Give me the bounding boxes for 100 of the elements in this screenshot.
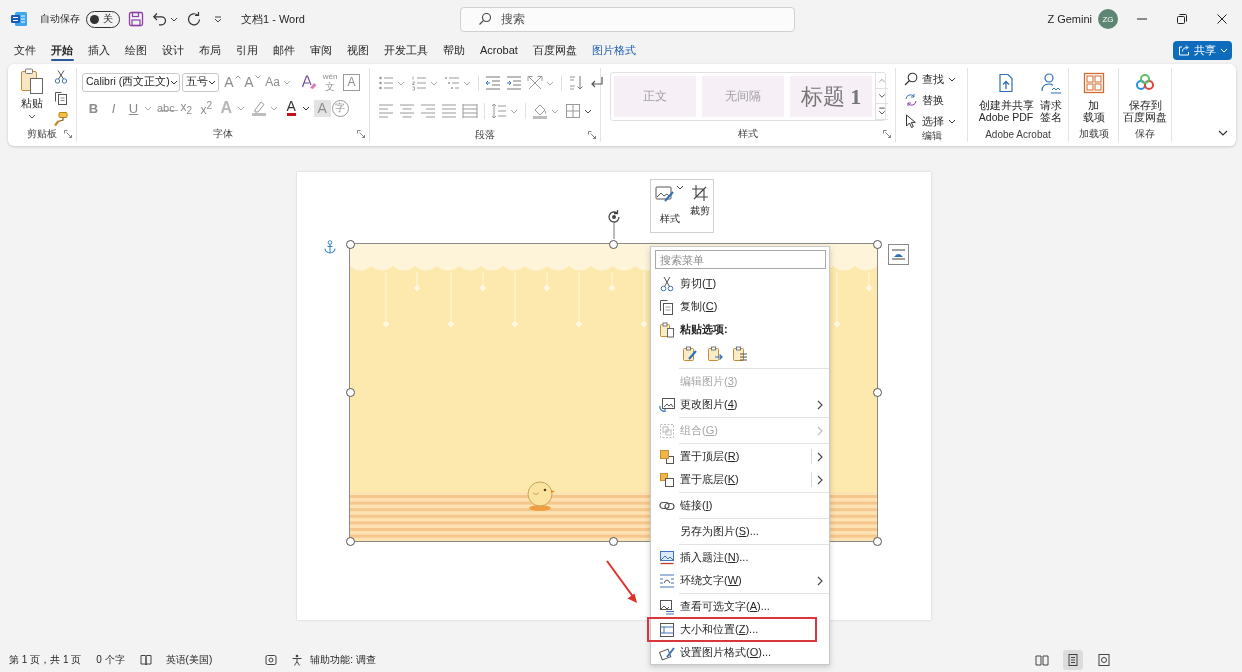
menu-item[interactable]: 查看可选文字(A)... bbox=[651, 595, 829, 618]
resize-handle[interactable] bbox=[609, 239, 618, 249]
menu-search-field[interactable]: 搜索菜单 bbox=[655, 250, 826, 269]
word-count[interactable]: 0 个字 bbox=[96, 652, 125, 667]
ribbon-tab[interactable]: 视图 bbox=[339, 38, 377, 62]
chevron-right-icon[interactable] bbox=[817, 474, 823, 485]
menu-item[interactable]: 复制(C) bbox=[651, 295, 829, 318]
redo-icon[interactable] bbox=[186, 11, 202, 27]
distributed-icon[interactable] bbox=[462, 103, 478, 119]
multilevel-list-icon[interactable] bbox=[444, 75, 460, 91]
resize-handle[interactable] bbox=[872, 388, 882, 397]
accessibility-status[interactable]: 辅助功能: 调查 bbox=[310, 652, 376, 667]
ribbon-tab[interactable]: 文件 bbox=[6, 38, 44, 62]
font-name-dropdown[interactable]: Calibri (西文正文) bbox=[82, 72, 180, 92]
ribbon-tab[interactable]: 布局 bbox=[191, 38, 229, 62]
book-icon[interactable] bbox=[139, 653, 152, 666]
dialog-launcher-icon[interactable] bbox=[883, 130, 891, 139]
ribbon-tab[interactable]: 插入 bbox=[80, 38, 118, 62]
ribbon-tab[interactable]: 审阅 bbox=[302, 38, 340, 62]
font-size-dropdown[interactable]: 五号 bbox=[182, 72, 219, 92]
share-button[interactable]: 共享 bbox=[1173, 40, 1232, 60]
resize-handle[interactable] bbox=[345, 388, 355, 397]
page-count[interactable]: 第 1 页，共 1 页 bbox=[9, 652, 82, 667]
ribbon-tab[interactable]: 绘图 bbox=[117, 38, 155, 62]
dropdown-caret-icon[interactable] bbox=[169, 79, 178, 85]
ribbon-tab[interactable]: 开始 bbox=[43, 38, 81, 62]
chevron-right-icon[interactable] bbox=[817, 575, 823, 586]
dropdown-caret-icon[interactable] bbox=[948, 118, 956, 124]
dropdown-caret-icon[interactable] bbox=[948, 76, 956, 82]
search-field[interactable]: 搜索 bbox=[460, 6, 795, 32]
picture-style-button[interactable]: 样式 bbox=[652, 185, 688, 232]
collapse-ribbon-icon[interactable] bbox=[1218, 130, 1228, 136]
clear-formatting-icon[interactable] bbox=[301, 74, 317, 90]
layout-options-icon[interactable] bbox=[888, 244, 909, 265]
dialog-launcher-icon[interactable] bbox=[64, 130, 72, 138]
ribbon-tab[interactable]: 开发工具 bbox=[376, 38, 436, 62]
chevron-right-icon[interactable] bbox=[817, 451, 823, 462]
dialog-launcher-icon[interactable] bbox=[588, 130, 596, 139]
menu-item[interactable]: 置于底层(K) bbox=[651, 468, 829, 491]
dialog-launcher-icon[interactable] bbox=[357, 130, 365, 139]
language-label[interactable]: 英语(美国) bbox=[165, 652, 213, 667]
user-avatar[interactable]: ZG bbox=[1098, 9, 1118, 29]
strikethrough-button[interactable]: a̶b̶c̶ bbox=[156, 98, 176, 118]
accessibility-icon[interactable] bbox=[291, 653, 304, 666]
dropdown-caret-icon[interactable] bbox=[301, 105, 310, 111]
paint-bucket-icon[interactable] bbox=[532, 103, 548, 119]
dropdown-caret-icon[interactable] bbox=[208, 79, 216, 85]
font-color-button[interactable]: A bbox=[281, 98, 301, 118]
superscript-button[interactable]: x$^{2}$ bbox=[196, 98, 216, 118]
subscript-button[interactable]: x$_{2}$ bbox=[176, 98, 196, 118]
menu-item[interactable]: 更改图片(4) bbox=[651, 393, 829, 416]
style-tile[interactable]: 标题 1 bbox=[790, 76, 872, 117]
editing-button[interactable]: 查找 bbox=[904, 71, 967, 87]
paste-button[interactable]: 粘贴 bbox=[14, 68, 50, 126]
menu-item[interactable]: 剪切(T) bbox=[651, 272, 829, 295]
acrobat-button[interactable]: 创建并共享 Adobe PDF bbox=[976, 72, 1036, 127]
copy-icon[interactable] bbox=[54, 91, 68, 105]
menu-item[interactable]: 插入题注(N)... bbox=[651, 546, 829, 569]
chevron-right-icon[interactable] bbox=[817, 399, 823, 410]
customize-menu-icon[interactable] bbox=[214, 15, 222, 23]
save-icon[interactable] bbox=[128, 11, 144, 27]
resize-handle[interactable] bbox=[609, 536, 618, 546]
acrobat-button[interactable]: 请求 签名 bbox=[1037, 72, 1064, 127]
ribbon-tab[interactable]: 百度网盘 bbox=[525, 38, 585, 62]
addins-button[interactable]: 加 载项 bbox=[1080, 72, 1107, 127]
highlighter-icon[interactable] bbox=[250, 100, 267, 116]
resize-handle[interactable] bbox=[345, 239, 355, 249]
phonetic-guide-button[interactable]: wén 文 bbox=[320, 72, 340, 92]
crop-button[interactable]: 裁剪 bbox=[687, 185, 712, 232]
bullets-icon[interactable] bbox=[378, 75, 394, 91]
ribbon-tab[interactable]: 帮助 bbox=[435, 38, 473, 62]
ribbon-tab[interactable]: 图片格式 bbox=[584, 38, 644, 62]
page-layout-icon[interactable] bbox=[1063, 649, 1083, 670]
ribbon-tab[interactable]: 邮件 bbox=[265, 38, 303, 62]
editing-button[interactable]: 选择 bbox=[904, 113, 967, 129]
dropdown-caret-icon[interactable] bbox=[170, 16, 178, 22]
resize-handle[interactable] bbox=[872, 239, 882, 249]
resize-handle[interactable] bbox=[872, 536, 882, 546]
line-spacing-icon[interactable] bbox=[491, 103, 507, 119]
undo-icon[interactable] bbox=[152, 11, 168, 27]
menu-item[interactable]: 环绕文字(W) bbox=[651, 569, 829, 592]
rotate-handle-icon[interactable] bbox=[606, 209, 622, 239]
cross-arrows-icon[interactable] bbox=[527, 75, 543, 91]
menu-item[interactable]: 另存为图片(S)... bbox=[651, 520, 829, 543]
menu-item[interactable]: 置于顶层(R) bbox=[651, 445, 829, 468]
menu-item[interactable]: 链接(I) bbox=[651, 494, 829, 517]
paintbrush-icon[interactable] bbox=[54, 112, 68, 126]
clipboard-arrow-icon[interactable] bbox=[707, 346, 723, 362]
ribbon-tab[interactable]: Acrobat bbox=[472, 38, 526, 62]
resize-handle[interactable] bbox=[345, 536, 355, 546]
dropdown-caret-icon[interactable] bbox=[676, 185, 685, 190]
clipboard-brush-icon[interactable] bbox=[682, 346, 698, 362]
more-styles-icon[interactable] bbox=[876, 104, 888, 120]
clipboard-lines-icon[interactable] bbox=[732, 346, 748, 362]
ribbon-tab[interactable]: 设计 bbox=[154, 38, 192, 62]
scissors-icon[interactable] bbox=[54, 70, 68, 84]
menu-item[interactable]: 大小和位置(Z)... bbox=[651, 618, 829, 641]
editing-button[interactable]: 替换 bbox=[904, 92, 967, 108]
dropdown-caret-icon[interactable] bbox=[28, 114, 36, 119]
dropdown-caret-icon[interactable] bbox=[584, 108, 592, 114]
